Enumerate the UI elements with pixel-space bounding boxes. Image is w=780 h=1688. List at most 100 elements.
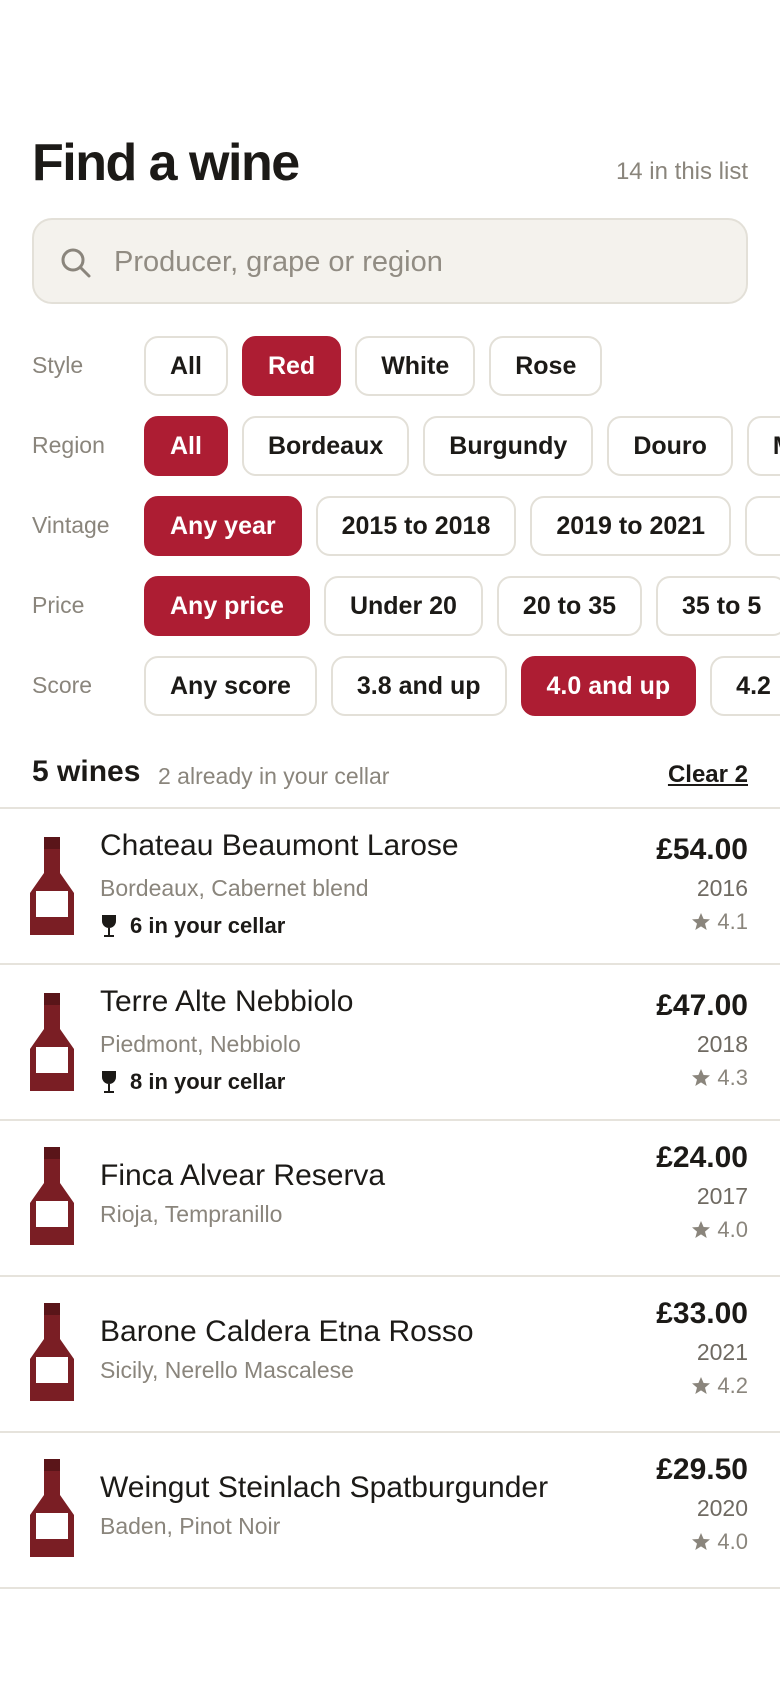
filter-label: Vintage bbox=[32, 512, 110, 538]
wine-bottle-icon bbox=[30, 1303, 74, 1401]
filter-chip[interactable]: All bbox=[144, 416, 228, 476]
wine-row[interactable]: Barone Caldera Etna Rosso Sicily, Nerello… bbox=[0, 1277, 780, 1433]
filter-chips: All Red White Rose bbox=[144, 336, 603, 396]
wine-vintage: 2021 bbox=[696, 1339, 748, 1365]
wine-name: Terre Alte Nebbiolo bbox=[100, 985, 354, 1018]
filter-chips: Any year 2015 to 2018 2019 to 2021 bbox=[144, 496, 780, 556]
list-count: 14 in this list bbox=[615, 158, 748, 185]
wine-name: Chateau Beaumont Larose bbox=[100, 829, 459, 862]
filter-chip[interactable]: Any price bbox=[144, 576, 310, 636]
wine-score: 4.2 bbox=[691, 1373, 748, 1399]
wine-score: 4.0 bbox=[691, 1217, 748, 1243]
wine-row[interactable]: Terre Alte Nebbiolo Piedmont, Nebbiolo 8 i… bbox=[0, 965, 780, 1121]
wine-vintage: 2017 bbox=[696, 1183, 748, 1209]
score-value: 4.3 bbox=[717, 1065, 748, 1090]
wine-vintage: 2020 bbox=[696, 1495, 748, 1521]
filter-chip[interactable]: Any year bbox=[144, 496, 302, 556]
filter-chip[interactable]: White bbox=[355, 336, 476, 396]
score-value: 4.1 bbox=[717, 909, 748, 934]
bottle-thumbnail bbox=[30, 837, 74, 940]
wine-bottle-icon bbox=[30, 993, 74, 1091]
wine-row[interactable]: Finca Alvear Reserva Rioja, Tempranillo £2… bbox=[0, 1121, 780, 1277]
results-summary: 5 wines 2 already in your cellar Clear 2 bbox=[32, 755, 748, 797]
filter-chip[interactable]: Any score bbox=[144, 656, 317, 716]
star-icon bbox=[692, 1377, 711, 1394]
filter-chip[interactable]: 4.2 bbox=[710, 656, 780, 716]
page-title: Find a wine bbox=[32, 134, 300, 192]
wine-bottle-icon bbox=[30, 837, 74, 935]
filter-chip[interactable]: Burgundy bbox=[423, 416, 594, 476]
bottle-thumbnail bbox=[30, 1303, 74, 1406]
filter-chip[interactable]: Rose bbox=[489, 336, 603, 396]
cellar-badge: 6 in your cellar bbox=[100, 913, 285, 939]
wine-name: Finca Alvear Reserva bbox=[100, 1159, 386, 1192]
wine-name: Barone Caldera Etna Rosso bbox=[100, 1315, 474, 1348]
star-icon bbox=[692, 1221, 711, 1238]
score-value: 4.0 bbox=[717, 1529, 748, 1554]
filter-chip[interactable]: M bbox=[746, 416, 780, 476]
filter-chip[interactable]: 20 to 35 bbox=[496, 576, 643, 636]
wine-price: £33.00 bbox=[656, 1297, 748, 1330]
filter-label: Score bbox=[32, 672, 93, 698]
wine-score: 4.0 bbox=[691, 1529, 748, 1555]
page-header: Find a wine 14 in this list bbox=[32, 128, 748, 198]
filter-row-style: Style All Red White Rose bbox=[0, 336, 780, 398]
filter-row-vintage: Vintage Any year 2015 to 2018 2019 to 2021 bbox=[0, 496, 780, 558]
filter-chip[interactable]: 2015 to 2018 bbox=[315, 496, 517, 556]
bottle-thumbnail bbox=[30, 993, 74, 1096]
wine-row[interactable]: Chateau Beaumont Larose Bordeaux, Caberne… bbox=[0, 809, 780, 965]
cellar-badge: 8 in your cellar bbox=[100, 1069, 285, 1095]
wine-region-grape: Rioja, Tempranillo bbox=[100, 1201, 283, 1227]
filter-chips: Any price Under 20 20 to 35 35 to 5 bbox=[144, 576, 780, 636]
wine-name: Weingut Steinlach Spatburgunder bbox=[100, 1471, 549, 1504]
wine-score: 4.3 bbox=[691, 1065, 748, 1091]
wine-row[interactable]: Weingut Steinlach Spatburgunder Baden, Pi… bbox=[0, 1433, 780, 1589]
filter-chip[interactable]: 2019 to 2021 bbox=[530, 496, 732, 556]
wine-bottle-icon bbox=[30, 1147, 74, 1245]
filter-chip[interactable] bbox=[745, 496, 780, 556]
filter-chip[interactable]: Douro bbox=[607, 416, 733, 476]
filter-chip[interactable]: Bordeaux bbox=[241, 416, 410, 476]
wine-region-grape: Piedmont, Nebbiolo bbox=[100, 1031, 301, 1057]
filter-chip[interactable]: 3.8 and up bbox=[330, 656, 507, 716]
filter-chip[interactable]: 35 to 5 bbox=[656, 576, 780, 636]
wine-region-grape: Bordeaux, Cabernet blend bbox=[100, 875, 369, 901]
filter-row-region: Region AllBordeauxBurgundyDouroM bbox=[0, 416, 780, 478]
wine-list: Chateau Beaumont Larose Bordeaux, Caberne… bbox=[0, 807, 780, 1589]
score-value: 4.2 bbox=[717, 1373, 748, 1398]
wine-glass-icon bbox=[102, 915, 116, 937]
wine-score: 4.1 bbox=[691, 909, 748, 935]
filter-chips: Any score 3.8 and up 4.0 and up 4.2 bbox=[144, 656, 780, 716]
star-icon bbox=[692, 913, 711, 930]
wine-price: £24.00 bbox=[656, 1141, 748, 1174]
wine-vintage: 2016 bbox=[696, 875, 748, 901]
filter-chip[interactable]: Red bbox=[241, 336, 342, 396]
search-box[interactable] bbox=[32, 218, 748, 304]
wine-glass-icon bbox=[102, 1071, 116, 1093]
search-input[interactable] bbox=[112, 238, 726, 286]
wine-price: £54.00 bbox=[656, 833, 748, 866]
filter-label: Price bbox=[32, 592, 85, 618]
filter-chip[interactable]: Under 20 bbox=[323, 576, 483, 636]
results-count: 5 wines bbox=[32, 755, 141, 788]
filter-label: Region bbox=[32, 432, 105, 458]
bottle-thumbnail bbox=[30, 1147, 74, 1250]
filter-chip[interactable]: 4.0 and up bbox=[520, 656, 697, 716]
bottle-thumbnail bbox=[30, 1459, 74, 1562]
wine-price: £47.00 bbox=[656, 989, 748, 1022]
filter-label: Style bbox=[32, 352, 84, 378]
wine-bottle-icon bbox=[30, 1459, 74, 1557]
search-icon bbox=[61, 248, 91, 278]
star-icon bbox=[692, 1533, 711, 1550]
wine-price: £29.50 bbox=[656, 1453, 748, 1486]
filter-row-score: Score Any score 3.8 and up 4.0 and up 4.2 bbox=[0, 656, 780, 718]
results-note: 2 already in your cellar bbox=[158, 763, 390, 789]
cellar-count: 8 in your cellar bbox=[130, 1069, 286, 1094]
cellar-count: 6 in your cellar bbox=[130, 913, 286, 938]
filter-chip[interactable]: All bbox=[144, 336, 228, 396]
wine-region-grape: Baden, Pinot Noir bbox=[100, 1513, 281, 1539]
filter-row-price: Price Any price Under 20 20 to 35 35 to 5 bbox=[0, 576, 780, 638]
filter-chips: AllBordeauxBurgundyDouroM bbox=[144, 416, 780, 476]
score-value: 4.0 bbox=[717, 1217, 748, 1242]
clear-filters-link[interactable]: Clear 2 bbox=[668, 761, 748, 789]
